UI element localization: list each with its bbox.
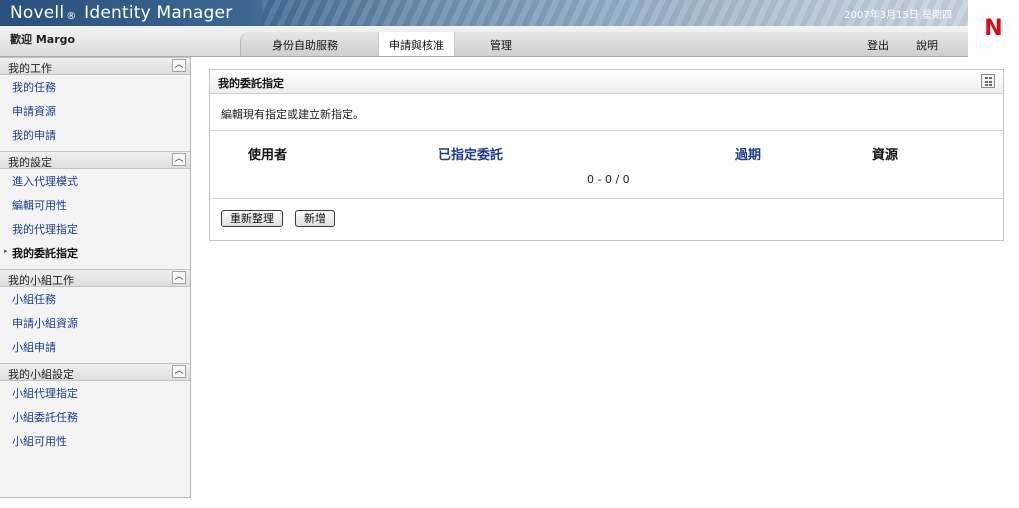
- collapse-chevron-up-icon[interactable]: ︿: [172, 153, 186, 166]
- tab-requests-approvals[interactable]: 申請與核准: [378, 32, 455, 56]
- header-banner: Novell ® Identity Manager 2007年3月15日 星期四: [0, 0, 968, 26]
- header-date: 2007年3月15日 星期四: [844, 10, 952, 21]
- brand-suffix: Identity Manager: [84, 3, 233, 23]
- divider: [210, 130, 1003, 131]
- logout-link[interactable]: 登出: [867, 37, 889, 53]
- app-brand: Novell ® Identity Manager: [10, 3, 232, 23]
- help-link[interactable]: 說明: [916, 37, 938, 53]
- sidebar-item-team-requests[interactable]: 小組申請: [0, 335, 190, 359]
- sidebar-item-my-requests[interactable]: 我的申請: [0, 123, 190, 147]
- collapse-chevron-up-icon[interactable]: ︿: [172, 365, 186, 378]
- sidebar-item-enter-proxy-mode[interactable]: 進入代理模式: [0, 169, 190, 193]
- section-title: 我的工作: [8, 62, 52, 75]
- divider: [210, 198, 1003, 199]
- tab-administration[interactable]: 管理: [490, 37, 512, 53]
- tab-identity-self-service[interactable]: 身份自助服務: [272, 37, 338, 53]
- delegate-assignments-panel: 我的委託指定 編輯現有指定或建立新指定。 使用者 已指定委託 過期 資源 0 -…: [209, 69, 1004, 241]
- section-title: 我的小組設定: [8, 368, 74, 381]
- panel-header: 我的委託指定: [210, 70, 1003, 94]
- refresh-button[interactable]: 重新整理: [221, 210, 283, 227]
- sidebar-item-request-team-resources[interactable]: 申請小組資源: [0, 311, 190, 335]
- section-title: 我的小組工作: [8, 274, 74, 287]
- collapse-chevron-up-icon[interactable]: ︿: [172, 59, 186, 72]
- panel-title: 我的委託指定: [218, 77, 284, 90]
- novell-logo-icon: N: [968, 0, 1019, 56]
- column-header-user: 使用者: [248, 148, 288, 163]
- add-button[interactable]: 新增: [295, 210, 335, 227]
- sidebar-section-my-work: 我的工作 ︿: [0, 57, 190, 75]
- sidebar-item-team-availability[interactable]: 小組可用性: [0, 429, 190, 453]
- sidebar-item-team-tasks[interactable]: 小組任務: [0, 287, 190, 311]
- welcome-text: 歡迎 Margo: [10, 33, 76, 46]
- top-navbar: 歡迎 Margo 身份自助服務 申請與核准 管理 登出 說明: [0, 26, 968, 57]
- panel-description: 編輯現有指定或建立新指定。: [221, 108, 364, 121]
- paging-status: 0 - 0 / 0: [587, 173, 630, 186]
- collapse-chevron-up-icon[interactable]: ︿: [172, 271, 186, 284]
- sidebar-section-my-settings: 我的設定 ︿: [0, 151, 190, 169]
- sidebar-item-my-delegate-assignments[interactable]: ▸ 我的委託指定: [0, 241, 190, 265]
- sidebar-item-my-proxy-assignments[interactable]: 我的代理指定: [0, 217, 190, 241]
- section-title: 我的設定: [8, 156, 52, 169]
- sidebar-item-label: 我的委託指定: [12, 247, 78, 260]
- column-header-expires[interactable]: 過期: [735, 144, 761, 163]
- sidebar-item-team-delegate-tasks[interactable]: 小組委託任務: [0, 405, 190, 429]
- sidebar-item-request-resources[interactable]: 申請資源: [0, 99, 190, 123]
- brand-registered-mark: ®: [66, 11, 77, 22]
- column-header-assigned-delegate[interactable]: 已指定委託: [438, 144, 503, 163]
- sidebar-section-team-work: 我的小組工作 ︿: [0, 269, 190, 287]
- sidebar-section-team-settings: 我的小組設定 ︿: [0, 363, 190, 381]
- sidebar-item-edit-availability[interactable]: 編輯可用性: [0, 193, 190, 217]
- sidebar-item-my-tasks[interactable]: 我的任務: [0, 75, 190, 99]
- column-header-resource: 資源: [872, 148, 899, 163]
- active-bullet-icon: ▸: [4, 247, 8, 255]
- sidebar: 我的工作 ︿ 我的任務 申請資源 我的申請 我的設定 ︿ 進入代理模式 編輯可用…: [0, 57, 191, 498]
- panel-options-grid-icon[interactable]: [981, 74, 995, 88]
- brand-prefix: Novell: [10, 3, 65, 23]
- sidebar-item-team-proxy-assignments[interactable]: 小組代理指定: [0, 381, 190, 405]
- tab-strip: [240, 32, 968, 56]
